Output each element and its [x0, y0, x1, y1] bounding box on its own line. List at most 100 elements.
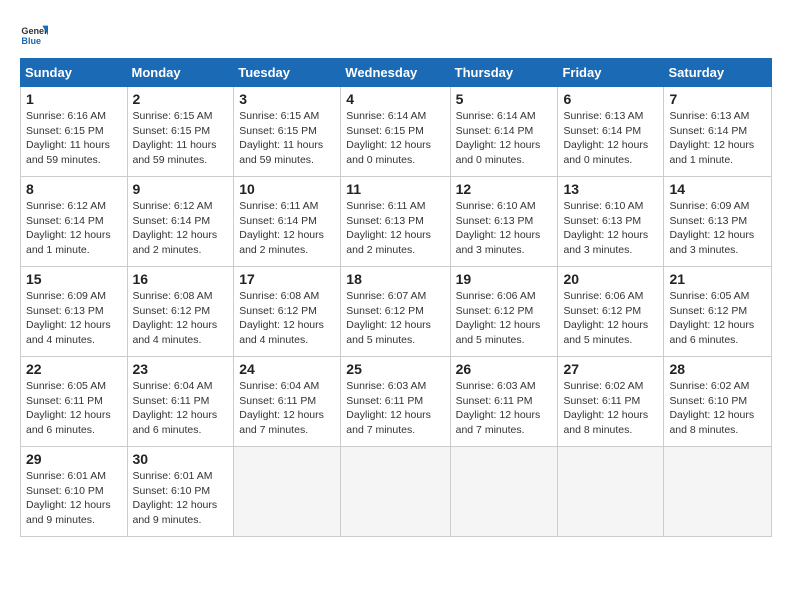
- day-cell-2: 2 Sunrise: 6:15 AMSunset: 6:15 PMDaylight…: [127, 87, 234, 177]
- day-number: 18: [346, 271, 444, 287]
- day-cell-13: 13 Sunrise: 6:10 AMSunset: 6:13 PMDayligh…: [558, 177, 664, 267]
- day-number: 29: [26, 451, 122, 467]
- weekday-header-row: SundayMondayTuesdayWednesdayThursdayFrid…: [21, 59, 772, 87]
- calendar-row-week-4: 22 Sunrise: 6:05 AMSunset: 6:11 PMDayligh…: [21, 357, 772, 447]
- day-detail: Sunrise: 6:11 AMSunset: 6:13 PMDaylight:…: [346, 199, 444, 258]
- day-detail: Sunrise: 6:14 AMSunset: 6:14 PMDaylight:…: [456, 109, 553, 168]
- day-cell-19: 19Sunrise: 6:06 AMSunset: 6:12 PMDayligh…: [450, 267, 558, 357]
- day-cell-27: 27 Sunrise: 6:02 AMSunset: 6:11 PMDayligh…: [558, 357, 664, 447]
- weekday-header-thursday: Thursday: [450, 59, 558, 87]
- day-cell-14: 14 Sunrise: 6:09 AMSunset: 6:13 PMDayligh…: [664, 177, 772, 267]
- day-number: 26: [456, 361, 553, 377]
- day-cell-23: 23Sunrise: 6:04 AMSunset: 6:11 PMDayligh…: [127, 357, 234, 447]
- day-detail: Sunrise: 6:03 AMSunset: 6:11 PMDaylight:…: [346, 379, 444, 438]
- day-detail: Sunrise: 6:12 AMSunset: 6:14 PMDaylight:…: [26, 199, 122, 258]
- day-cell-3: 3 Sunrise: 6:15 AMSunset: 6:15 PMDaylight…: [234, 87, 341, 177]
- empty-cell: [450, 447, 558, 537]
- day-number: 5: [456, 91, 553, 107]
- day-cell-28: 28 Sunrise: 6:02 AMSunset: 6:10 PMDayligh…: [664, 357, 772, 447]
- day-cell-24: 24 Sunrise: 6:04 AMSunset: 6:11 PMDayligh…: [234, 357, 341, 447]
- day-cell-25: 25 Sunrise: 6:03 AMSunset: 6:11 PMDayligh…: [341, 357, 450, 447]
- calendar-row-week-5: 29 Sunrise: 6:01 AMSunset: 6:10 PMDayligh…: [21, 447, 772, 537]
- day-detail: Sunrise: 6:15 AMSunset: 6:15 PMDaylight:…: [133, 109, 229, 168]
- day-cell-22: 22 Sunrise: 6:05 AMSunset: 6:11 PMDayligh…: [21, 357, 128, 447]
- day-number: 23: [133, 361, 229, 377]
- day-number: 9: [133, 181, 229, 197]
- day-detail: Sunrise: 6:10 AMSunset: 6:13 PMDaylight:…: [563, 199, 658, 258]
- day-detail: Sunrise: 6:11 AMSunset: 6:14 PMDaylight:…: [239, 199, 335, 258]
- day-number: 27: [563, 361, 658, 377]
- day-number: 24: [239, 361, 335, 377]
- day-number: 10: [239, 181, 335, 197]
- day-number: 17: [239, 271, 335, 287]
- day-detail: Sunrise: 6:03 AMSunset: 6:11 PMDaylight:…: [456, 379, 553, 438]
- day-cell-11: 11 Sunrise: 6:11 AMSunset: 6:13 PMDayligh…: [341, 177, 450, 267]
- day-detail: Sunrise: 6:05 AMSunset: 6:11 PMDaylight:…: [26, 379, 122, 438]
- day-cell-16: 16 Sunrise: 6:08 AMSunset: 6:12 PMDayligh…: [127, 267, 234, 357]
- empty-cell: [341, 447, 450, 537]
- page-header: General Blue: [20, 20, 772, 48]
- day-number: 3: [239, 91, 335, 107]
- svg-text:Blue: Blue: [21, 36, 41, 46]
- day-detail: Sunrise: 6:02 AMSunset: 6:11 PMDaylight:…: [563, 379, 658, 438]
- day-detail: Sunrise: 6:05 AMSunset: 6:12 PMDaylight:…: [669, 289, 766, 348]
- day-number: 7: [669, 91, 766, 107]
- day-cell-4: 4 Sunrise: 6:14 AMSunset: 6:15 PMDaylight…: [341, 87, 450, 177]
- day-number: 22: [26, 361, 122, 377]
- day-cell-21: 21 Sunrise: 6:05 AMSunset: 6:12 PMDayligh…: [664, 267, 772, 357]
- day-number: 20: [563, 271, 658, 287]
- day-detail: Sunrise: 6:13 AMSunset: 6:14 PMDaylight:…: [669, 109, 766, 168]
- calendar-row-week-3: 15Sunrise: 6:09 AMSunset: 6:13 PMDayligh…: [21, 267, 772, 357]
- day-detail: Sunrise: 6:10 AMSunset: 6:13 PMDaylight:…: [456, 199, 553, 258]
- day-cell-20: 20 Sunrise: 6:06 AMSunset: 6:12 PMDayligh…: [558, 267, 664, 357]
- day-cell-15: 15Sunrise: 6:09 AMSunset: 6:13 PMDayligh…: [21, 267, 128, 357]
- day-number: 13: [563, 181, 658, 197]
- day-number: 30: [133, 451, 229, 467]
- day-number: 21: [669, 271, 766, 287]
- day-detail: Sunrise: 6:09 AMSunset: 6:13 PMDaylight:…: [669, 199, 766, 258]
- day-detail: Sunrise: 6:08 AMSunset: 6:12 PMDaylight:…: [133, 289, 229, 348]
- day-number: 12: [456, 181, 553, 197]
- day-cell-12: 12 Sunrise: 6:10 AMSunset: 6:13 PMDayligh…: [450, 177, 558, 267]
- day-detail: Sunrise: 6:01 AMSunset: 6:10 PMDaylight:…: [133, 469, 229, 528]
- weekday-header-saturday: Saturday: [664, 59, 772, 87]
- day-detail: Sunrise: 6:02 AMSunset: 6:10 PMDaylight:…: [669, 379, 766, 438]
- weekday-header-sunday: Sunday: [21, 59, 128, 87]
- day-number: 1: [26, 91, 122, 107]
- day-number: 14: [669, 181, 766, 197]
- day-detail: Sunrise: 6:14 AMSunset: 6:15 PMDaylight:…: [346, 109, 444, 168]
- day-number: 2: [133, 91, 229, 107]
- empty-cell: [234, 447, 341, 537]
- day-number: 6: [563, 91, 658, 107]
- day-detail: Sunrise: 6:15 AMSunset: 6:15 PMDaylight:…: [239, 109, 335, 168]
- logo: General Blue: [20, 20, 52, 48]
- weekday-header-wednesday: Wednesday: [341, 59, 450, 87]
- day-cell-5: 5 Sunrise: 6:14 AMSunset: 6:14 PMDaylight…: [450, 87, 558, 177]
- day-detail: Sunrise: 6:08 AMSunset: 6:12 PMDaylight:…: [239, 289, 335, 348]
- day-detail: Sunrise: 6:13 AMSunset: 6:14 PMDaylight:…: [563, 109, 658, 168]
- empty-cell: [558, 447, 664, 537]
- day-detail: Sunrise: 6:04 AMSunset: 6:11 PMDaylight:…: [239, 379, 335, 438]
- day-cell-30: 30 Sunrise: 6:01 AMSunset: 6:10 PMDayligh…: [127, 447, 234, 537]
- calendar-row-week-1: 1 Sunrise: 6:16 AMSunset: 6:15 PMDaylight…: [21, 87, 772, 177]
- day-number: 25: [346, 361, 444, 377]
- day-number: 28: [669, 361, 766, 377]
- logo-icon: General Blue: [20, 20, 48, 48]
- day-detail: Sunrise: 6:06 AMSunset: 6:12 PMDaylight:…: [563, 289, 658, 348]
- day-number: 11: [346, 181, 444, 197]
- day-cell-9: 9 Sunrise: 6:12 AMSunset: 6:14 PMDaylight…: [127, 177, 234, 267]
- day-detail: Sunrise: 6:01 AMSunset: 6:10 PMDaylight:…: [26, 469, 122, 528]
- day-number: 16: [133, 271, 229, 287]
- day-cell-1: 1 Sunrise: 6:16 AMSunset: 6:15 PMDaylight…: [21, 87, 128, 177]
- day-cell-7: 7 Sunrise: 6:13 AMSunset: 6:14 PMDaylight…: [664, 87, 772, 177]
- calendar-row-week-2: 8Sunrise: 6:12 AMSunset: 6:14 PMDaylight…: [21, 177, 772, 267]
- day-cell-17: 17 Sunrise: 6:08 AMSunset: 6:12 PMDayligh…: [234, 267, 341, 357]
- weekday-header-tuesday: Tuesday: [234, 59, 341, 87]
- day-cell-6: 6 Sunrise: 6:13 AMSunset: 6:14 PMDaylight…: [558, 87, 664, 177]
- day-number: 19: [456, 271, 553, 287]
- day-cell-26: 26 Sunrise: 6:03 AMSunset: 6:11 PMDayligh…: [450, 357, 558, 447]
- day-detail: Sunrise: 6:12 AMSunset: 6:14 PMDaylight:…: [133, 199, 229, 258]
- day-number: 4: [346, 91, 444, 107]
- day-cell-29: 29 Sunrise: 6:01 AMSunset: 6:10 PMDayligh…: [21, 447, 128, 537]
- day-detail: Sunrise: 6:16 AMSunset: 6:15 PMDaylight:…: [26, 109, 122, 168]
